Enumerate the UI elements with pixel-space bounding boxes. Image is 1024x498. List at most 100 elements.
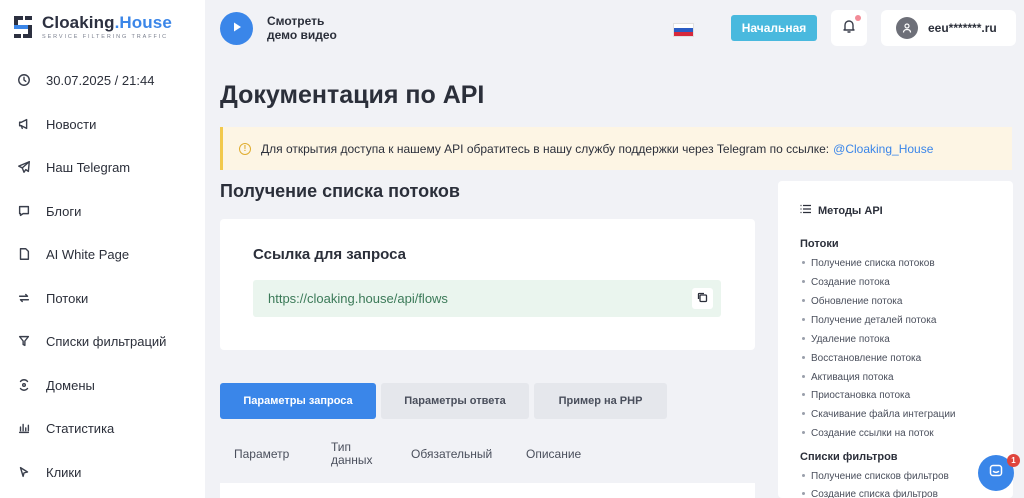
clock-icon — [17, 73, 31, 87]
sidebar-item-filter-lists[interactable]: Списки фильтраций — [17, 331, 166, 351]
methods-title: Методы API — [800, 204, 883, 217]
methods-group-filter-lists: Списки фильтров — [800, 451, 898, 463]
method-link[interactable]: Получение списка потоков — [802, 258, 935, 269]
methods-group-flows: Потоки — [800, 238, 839, 250]
page-title: Документация по API — [220, 81, 485, 109]
demo-video-link[interactable]: Смотреть демо видео — [267, 14, 337, 42]
telegram-icon — [17, 160, 31, 174]
header: Смотреть демо видео Начальная eeu*******… — [205, 0, 1024, 58]
telegram-support-link[interactable]: @Cloaking_House — [833, 142, 933, 156]
method-link[interactable]: Восстановление потока — [802, 353, 921, 364]
table-header-type: Тип данных — [331, 441, 373, 467]
bell-icon — [841, 18, 857, 39]
sidebar-item-label: Домены — [46, 377, 95, 393]
cursor-icon — [17, 465, 31, 479]
method-link[interactable]: Создание списка фильтров — [802, 489, 938, 498]
request-card-title: Ссылка для запроса — [253, 246, 406, 263]
method-link[interactable]: Получение деталей потока — [802, 315, 936, 326]
method-link-label: Обновление потока — [811, 296, 903, 307]
chat-icon — [988, 463, 1004, 484]
method-link[interactable]: Активация потока — [802, 372, 894, 383]
sidebar-item-label: Блоги — [46, 203, 82, 219]
tab-response-params[interactable]: Параметры ответа — [381, 383, 529, 419]
table-header-type-line-2: данных — [331, 453, 373, 467]
domain-icon — [17, 378, 31, 392]
ru-flag-icon[interactable] — [673, 23, 694, 37]
request-url: https://cloaking.house/api/flows — [268, 291, 448, 306]
demo-line-2: демо видео — [267, 28, 337, 42]
method-link[interactable]: Приостановка потока — [802, 390, 910, 401]
bar-chart-icon — [17, 421, 31, 435]
table-header-param: Параметр — [234, 447, 290, 461]
params-table — [220, 483, 755, 498]
method-link-label: Создание потока — [811, 277, 890, 288]
sidebar-item-label: Статистика — [46, 420, 115, 436]
logo-mark-icon — [12, 14, 34, 40]
method-link[interactable]: Скачивание файла интеграции — [802, 409, 956, 420]
method-link-label: Скачивание файла интеграции — [811, 409, 956, 420]
sidebar-item-label: Новости — [46, 116, 97, 132]
method-link-label: Получение списков фильтров — [811, 471, 949, 482]
flow-arrows-icon — [17, 291, 31, 305]
sidebar-item-datetime: 30.07.2025 / 21:44 — [17, 70, 154, 90]
copy-icon — [697, 291, 708, 306]
list-icon — [800, 204, 812, 217]
sidebar-item-label: AI White Page — [46, 246, 130, 262]
notification-dot — [855, 15, 861, 21]
warning-icon: ! — [239, 142, 251, 155]
section-title: Получение списка потоков — [220, 181, 460, 201]
methods-title-text: Методы API — [818, 204, 883, 217]
user-name: eeu*******.ru — [928, 21, 997, 35]
method-link[interactable]: Создание потока — [802, 277, 890, 288]
home-button[interactable]: Начальная — [731, 15, 817, 41]
sidebar-item-clicks[interactable]: Клики — [17, 462, 81, 482]
sidebar-item-ai-white-page[interactable]: AI White Page — [17, 244, 129, 264]
sidebar-item-telegram[interactable]: Наш Telegram — [17, 157, 130, 177]
play-demo-button[interactable] — [220, 12, 253, 45]
method-link-label: Удаление потока — [811, 334, 890, 345]
notice-text: Для открытия доступа к нашему API обрати… — [261, 141, 830, 156]
method-link-label: Приостановка потока — [811, 390, 911, 401]
demo-line-1: Смотреть — [267, 14, 325, 28]
sidebar-item-label: Клики — [46, 464, 82, 480]
table-header-description: Описание — [526, 447, 582, 461]
api-access-notice: ! Для открытия доступа к нашему API обра… — [220, 127, 1012, 170]
table-header-required: Обязательный — [411, 447, 493, 461]
request-url-card: Ссылка для запроса https://cloaking.hous… — [220, 219, 755, 350]
method-link-label: Создание списка фильтров — [811, 489, 938, 498]
document-icon — [17, 247, 31, 261]
request-url-field[interactable]: https://cloaking.house/api/flows — [253, 280, 721, 317]
chat-unread-badge: 1 — [1007, 454, 1020, 467]
method-link-label: Восстановление потока — [811, 353, 922, 364]
sidebar-item-label: 30.07.2025 / 21:44 — [46, 72, 155, 88]
user-menu[interactable]: eeu*******.ru — [881, 10, 1016, 46]
tab-request-params[interactable]: Параметры запроса — [220, 383, 376, 419]
megaphone-icon — [17, 117, 31, 131]
logo[interactable]: Cloaking.House Service filtering traffic — [12, 14, 172, 40]
sidebar-item-news[interactable]: Новости — [17, 114, 96, 134]
method-link[interactable]: Создание ссылки на поток — [802, 428, 934, 439]
sidebar-item-blogs[interactable]: Блоги — [17, 201, 81, 221]
method-link[interactable]: Удаление потока — [802, 334, 890, 345]
sidebar-item-domains[interactable]: Домены — [17, 375, 95, 395]
method-link-label: Активация потока — [811, 372, 894, 383]
sidebar-item-statistics[interactable]: Статистика — [17, 418, 114, 438]
method-link-label: Создание ссылки на поток — [811, 428, 934, 439]
avatar — [896, 17, 918, 39]
sidebar-item-label: Потоки — [46, 290, 89, 306]
sidebar-item-label: Списки фильтраций — [46, 333, 167, 349]
method-link-label: Получение деталей потока — [811, 315, 937, 326]
brand-name: Cloaking.House — [42, 13, 172, 32]
brand-tagline: Service filtering traffic — [42, 34, 169, 40]
copy-url-button[interactable] — [692, 288, 713, 309]
tab-php-example[interactable]: Пример на PHP — [534, 383, 667, 419]
sidebar: Cloaking.House Service filtering traffic… — [0, 0, 205, 498]
method-link-label: Получение списка потоков — [811, 258, 935, 269]
method-link[interactable]: Обновление потока — [802, 296, 902, 307]
sidebar-item-label: Наш Telegram — [46, 159, 131, 175]
filter-icon — [17, 334, 31, 348]
sidebar-item-flows[interactable]: Потоки — [17, 288, 88, 308]
play-icon — [231, 20, 243, 38]
notifications-button[interactable] — [831, 10, 867, 46]
method-link[interactable]: Получение списков фильтров — [802, 471, 949, 482]
